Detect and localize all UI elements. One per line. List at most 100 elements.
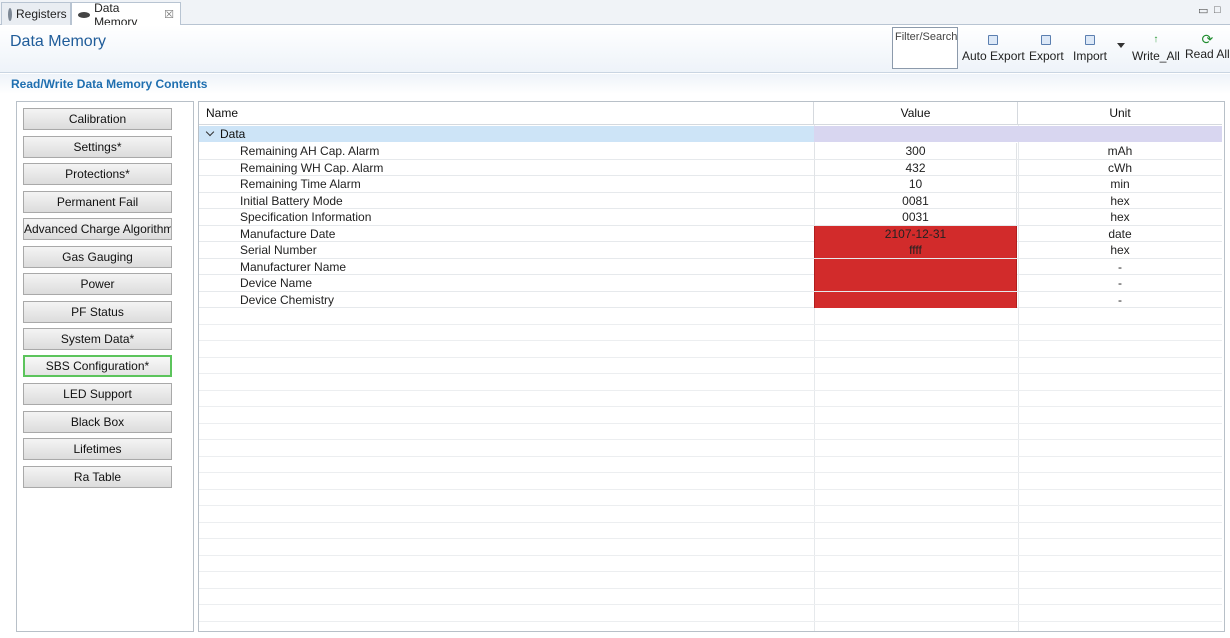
row-unit: mAh	[1107, 144, 1133, 158]
column-header-name[interactable]: Name	[199, 102, 814, 125]
row-value-error[interactable]: ffff	[814, 242, 1017, 258]
close-tab-icon[interactable]: ☒	[164, 8, 174, 21]
empty-table-row	[199, 622, 1222, 632]
row-unit: hex	[1110, 243, 1130, 257]
table-row[interactable]: Serial Number ffff hex	[199, 242, 1222, 259]
empty-table-row	[199, 605, 1222, 622]
row-unit: -	[1118, 276, 1122, 290]
category-calibration-button[interactable]: Calibration	[23, 108, 172, 130]
table-row[interactable]: Specification Information 0031 hex	[199, 209, 1222, 226]
table-row[interactable]: Remaining AH Cap. Alarm 300 mAh	[199, 143, 1222, 160]
chevron-down-icon[interactable]	[205, 127, 215, 137]
read-all-label: Read All	[1185, 47, 1230, 61]
row-name: Remaining AH Cap. Alarm	[240, 144, 380, 158]
empty-table-row	[199, 358, 1222, 374]
write-arrow-icon: ↑	[1153, 34, 1159, 45]
row-name: Remaining WH Cap. Alarm	[240, 160, 384, 175]
row-name: Manufacture Date	[240, 226, 336, 241]
table-row[interactable]: Manufacture Date 2107-12-31 date	[199, 225, 1222, 242]
data-memory-table: Name Value Unit Data Remaining AH Cap. A…	[198, 101, 1225, 632]
category-system-data-button[interactable]: System Data*	[23, 328, 172, 350]
empty-table-row	[199, 523, 1222, 539]
empty-table-row	[199, 556, 1222, 572]
table-row[interactable]: Initial Battery Mode 0081 hex	[199, 192, 1222, 209]
minimize-icon[interactable]: ▭	[1198, 4, 1208, 17]
row-unit: hex	[1110, 210, 1130, 224]
empty-table-row	[199, 490, 1222, 506]
section-header: Read/Write Data Memory Contents	[0, 74, 1230, 94]
maximize-icon[interactable]: □	[1214, 4, 1221, 16]
editor-tab-strip: Registers Data Memory ☒ ▭ □	[0, 0, 1230, 29]
row-value[interactable]: 432	[814, 159, 1017, 176]
page-header: Data Memory Filter/Search Auto Export Ex…	[0, 25, 1230, 73]
table-row[interactable]: Remaining WH Cap. Alarm 432 cWh	[199, 159, 1222, 176]
category-pf-status-button[interactable]: PF Status	[23, 301, 172, 323]
row-value[interactable]: 300	[814, 143, 1017, 159]
group-name: Data	[220, 127, 246, 141]
read-all-button[interactable]: ⟳ Read All	[1185, 32, 1230, 61]
row-unit: min	[1110, 177, 1130, 191]
row-value[interactable]: 10	[814, 176, 1017, 192]
category-ra-table-button[interactable]: Ra Table	[23, 466, 172, 488]
category-protections-button[interactable]: Protections*	[23, 163, 172, 185]
page-title: Data Memory	[10, 33, 107, 50]
empty-table-row	[199, 506, 1222, 523]
table-row[interactable]: Device Name -	[199, 275, 1222, 292]
group-row-data[interactable]: Data	[199, 126, 1222, 142]
write-all-button[interactable]: ↑ Write_All	[1132, 34, 1180, 64]
column-header-unit[interactable]: Unit	[1018, 102, 1222, 125]
row-unit: hex	[1110, 193, 1130, 208]
row-value[interactable]: 0031	[814, 209, 1017, 225]
category-permanent-fail-button[interactable]: Permanent Fail	[23, 191, 172, 213]
empty-table-row	[199, 374, 1222, 391]
column-header-value[interactable]: Value	[814, 102, 1018, 125]
category-sbs-configuration-button[interactable]: SBS Configuration*	[23, 355, 172, 377]
row-value-error[interactable]	[814, 291, 1017, 308]
row-unit: -	[1118, 292, 1122, 307]
empty-table-row	[199, 325, 1222, 341]
import-label: Import	[1073, 49, 1108, 63]
import-button[interactable]: Import	[1073, 35, 1107, 63]
row-value-error[interactable]	[814, 275, 1017, 291]
row-unit: cWh	[1108, 160, 1132, 175]
tab-registers[interactable]: Registers	[1, 2, 71, 25]
row-name: Device Chemistry	[240, 292, 335, 307]
category-power-button[interactable]: Power	[23, 273, 172, 295]
row-unit: -	[1118, 259, 1122, 274]
empty-table-row	[199, 308, 1222, 325]
row-name: Initial Battery Mode	[240, 193, 343, 208]
group-label: Data	[205, 126, 246, 142]
table-row[interactable]: Manufacturer Name -	[199, 258, 1222, 275]
import-dropdown-icon[interactable]	[1117, 43, 1125, 48]
export-button[interactable]: Export	[1029, 35, 1064, 63]
empty-table-row	[199, 424, 1222, 440]
table-row[interactable]: Remaining Time Alarm 10 min	[199, 176, 1222, 193]
row-value-error[interactable]	[814, 258, 1017, 275]
table-row[interactable]: Device Chemistry -	[199, 291, 1222, 308]
row-value[interactable]: 0081	[814, 192, 1017, 209]
category-black-box-button[interactable]: Black Box	[23, 411, 172, 433]
filter-search-input[interactable]: Filter/Search	[892, 27, 958, 69]
section-title: Read/Write Data Memory Contents	[11, 77, 208, 91]
export-icon	[988, 35, 999, 45]
auto-export-button[interactable]: Auto Export	[962, 35, 1025, 63]
category-gas-gauging-button[interactable]: Gas Gauging	[23, 246, 172, 268]
empty-table-row	[199, 589, 1222, 605]
row-name: Device Name	[240, 276, 313, 290]
import-icon	[1085, 35, 1095, 45]
group-value-cell	[814, 126, 1222, 142]
category-led-support-button[interactable]: LED Support	[23, 383, 172, 405]
empty-table-row	[199, 539, 1222, 556]
row-name: Specification Information	[240, 210, 372, 224]
row-name: Serial Number	[240, 243, 317, 257]
category-advanced-charge-algorithm-button[interactable]: Advanced Charge Algorithm*	[23, 218, 172, 240]
empty-table-row	[199, 440, 1222, 457]
export-label: Export	[1029, 49, 1064, 63]
tab-data-memory[interactable]: Data Memory ☒	[71, 1, 181, 29]
category-panel: Calibration Settings* Protections* Perma…	[16, 101, 194, 632]
row-value-error[interactable]: 2107-12-31	[814, 225, 1017, 242]
row-name: Manufacturer Name	[240, 259, 347, 274]
category-settings-button[interactable]: Settings*	[23, 136, 172, 158]
category-lifetimes-button[interactable]: Lifetimes	[23, 438, 172, 460]
auto-export-label: Auto Export	[962, 49, 1025, 63]
